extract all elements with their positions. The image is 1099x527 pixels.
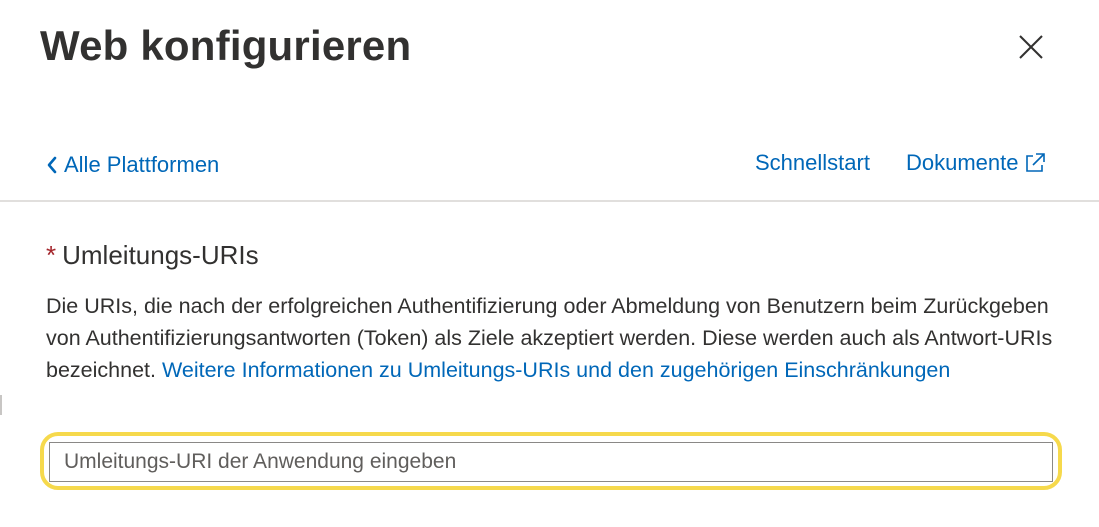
back-link-label: Alle Plattformen <box>64 152 220 177</box>
section-divider <box>0 200 1099 202</box>
redirect-uris-description: Die URIs, die nach der erfolgreichen Aut… <box>46 290 1056 386</box>
panel-edge-marker <box>0 395 2 415</box>
learn-more-link[interactable]: Weitere Informationen zu Umleitungs-URIs… <box>162 358 950 382</box>
configure-web-panel: Web konfigurieren Alle Plattformen Schne… <box>0 0 1099 527</box>
redirect-uri-input[interactable] <box>49 442 1053 482</box>
redirect-uris-label-text: Umleitungs-URIs <box>62 240 259 270</box>
external-link-icon <box>1025 153 1045 172</box>
close-button[interactable] <box>1014 30 1048 64</box>
required-marker: * <box>46 240 57 270</box>
panel-title: Web konfigurieren <box>40 22 412 69</box>
documents-link[interactable]: Dokumente <box>906 150 1047 176</box>
documents-link-label: Dokumente <box>906 150 1019 175</box>
close-icon <box>1019 35 1043 59</box>
back-to-platforms-link[interactable]: Alle Plattformen <box>46 152 219 178</box>
panel-nav: Alle Plattformen Schnellstart Dokumente <box>0 140 1099 200</box>
chevron-left-icon <box>47 156 57 174</box>
quickstart-link[interactable]: Schnellstart <box>755 150 870 176</box>
redirect-uris-label: * Umleitungs-URIs <box>46 240 259 271</box>
